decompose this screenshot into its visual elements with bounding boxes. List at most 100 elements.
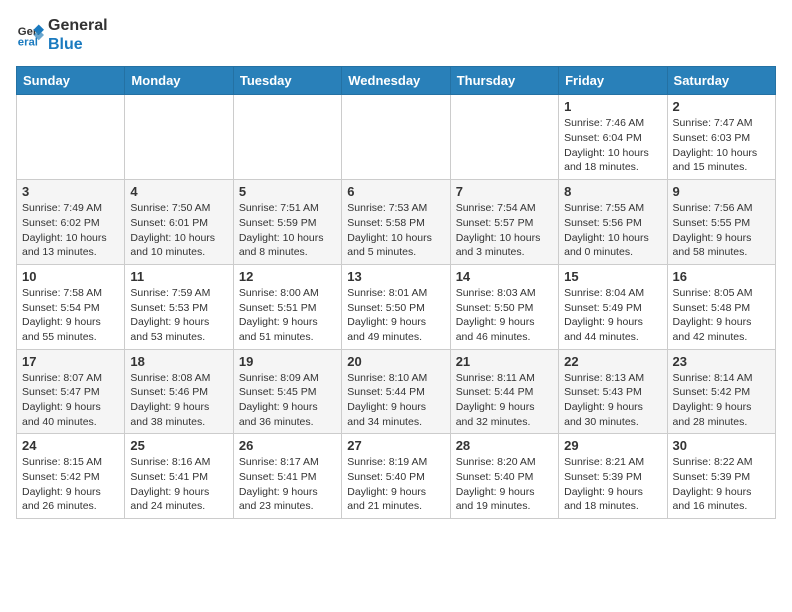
day-info: Daylight: 9 hours and 53 minutes. — [130, 315, 227, 344]
day-info: Sunset: 5:46 PM — [130, 385, 227, 400]
day-number: 1 — [564, 99, 661, 114]
day-info: Daylight: 9 hours and 49 minutes. — [347, 315, 444, 344]
day-info: Daylight: 10 hours and 18 minutes. — [564, 146, 661, 175]
day-info: Sunrise: 7:46 AM — [564, 116, 661, 131]
day-number: 21 — [456, 354, 553, 369]
day-info: Sunset: 5:50 PM — [456, 301, 553, 316]
calendar-cell — [233, 95, 341, 180]
calendar-week-1: 1Sunrise: 7:46 AMSunset: 6:04 PMDaylight… — [17, 95, 776, 180]
day-info: Sunrise: 8:17 AM — [239, 455, 336, 470]
day-info: Sunset: 5:47 PM — [22, 385, 119, 400]
day-number: 27 — [347, 438, 444, 453]
day-info: Sunset: 6:03 PM — [673, 131, 770, 146]
day-info: Sunset: 5:43 PM — [564, 385, 661, 400]
day-number: 6 — [347, 184, 444, 199]
day-info: Daylight: 9 hours and 24 minutes. — [130, 485, 227, 514]
calendar-cell: 8Sunrise: 7:55 AMSunset: 5:56 PMDaylight… — [559, 180, 667, 265]
day-info: Daylight: 10 hours and 13 minutes. — [22, 231, 119, 260]
calendar-cell: 7Sunrise: 7:54 AMSunset: 5:57 PMDaylight… — [450, 180, 558, 265]
day-info: Sunset: 5:41 PM — [130, 470, 227, 485]
calendar-cell: 4Sunrise: 7:50 AMSunset: 6:01 PMDaylight… — [125, 180, 233, 265]
calendar-cell — [17, 95, 125, 180]
header-day-sunday: Sunday — [17, 67, 125, 95]
day-info: Sunset: 5:56 PM — [564, 216, 661, 231]
calendar-cell: 11Sunrise: 7:59 AMSunset: 5:53 PMDayligh… — [125, 264, 233, 349]
day-info: Sunset: 5:41 PM — [239, 470, 336, 485]
day-number: 12 — [239, 269, 336, 284]
calendar-cell: 19Sunrise: 8:09 AMSunset: 5:45 PMDayligh… — [233, 349, 341, 434]
day-info: Sunset: 6:01 PM — [130, 216, 227, 231]
day-info: Sunset: 5:39 PM — [673, 470, 770, 485]
calendar-body: 1Sunrise: 7:46 AMSunset: 6:04 PMDaylight… — [17, 95, 776, 519]
day-number: 17 — [22, 354, 119, 369]
calendar-cell: 14Sunrise: 8:03 AMSunset: 5:50 PMDayligh… — [450, 264, 558, 349]
day-info: Sunrise: 8:22 AM — [673, 455, 770, 470]
calendar-cell: 12Sunrise: 8:00 AMSunset: 5:51 PMDayligh… — [233, 264, 341, 349]
day-number: 11 — [130, 269, 227, 284]
calendar-week-5: 24Sunrise: 8:15 AMSunset: 5:42 PMDayligh… — [17, 434, 776, 519]
day-info: Sunset: 5:59 PM — [239, 216, 336, 231]
day-info: Sunset: 6:04 PM — [564, 131, 661, 146]
calendar-cell: 24Sunrise: 8:15 AMSunset: 5:42 PMDayligh… — [17, 434, 125, 519]
day-info: Sunset: 5:51 PM — [239, 301, 336, 316]
day-info: Sunset: 5:44 PM — [456, 385, 553, 400]
calendar-cell: 28Sunrise: 8:20 AMSunset: 5:40 PMDayligh… — [450, 434, 558, 519]
day-info: Sunrise: 8:20 AM — [456, 455, 553, 470]
day-info: Daylight: 9 hours and 16 minutes. — [673, 485, 770, 514]
day-info: Sunrise: 8:09 AM — [239, 371, 336, 386]
day-info: Sunrise: 8:03 AM — [456, 286, 553, 301]
day-info: Sunset: 5:50 PM — [347, 301, 444, 316]
calendar-cell — [342, 95, 450, 180]
calendar-cell: 5Sunrise: 7:51 AMSunset: 5:59 PMDaylight… — [233, 180, 341, 265]
day-info: Sunset: 5:54 PM — [22, 301, 119, 316]
day-info: Daylight: 10 hours and 15 minutes. — [673, 146, 770, 175]
calendar-cell: 10Sunrise: 7:58 AMSunset: 5:54 PMDayligh… — [17, 264, 125, 349]
day-info: Sunrise: 7:55 AM — [564, 201, 661, 216]
day-info: Daylight: 9 hours and 40 minutes. — [22, 400, 119, 429]
header-day-friday: Friday — [559, 67, 667, 95]
day-info: Daylight: 9 hours and 46 minutes. — [456, 315, 553, 344]
day-number: 19 — [239, 354, 336, 369]
calendar-cell: 21Sunrise: 8:11 AMSunset: 5:44 PMDayligh… — [450, 349, 558, 434]
svg-text:eral: eral — [18, 37, 38, 49]
day-number: 24 — [22, 438, 119, 453]
day-number: 20 — [347, 354, 444, 369]
day-number: 7 — [456, 184, 553, 199]
day-info: Sunset: 5:44 PM — [347, 385, 444, 400]
header-day-tuesday: Tuesday — [233, 67, 341, 95]
day-info: Sunrise: 8:15 AM — [22, 455, 119, 470]
header-day-saturday: Saturday — [667, 67, 775, 95]
day-info: Sunrise: 7:59 AM — [130, 286, 227, 301]
day-info: Sunset: 5:40 PM — [456, 470, 553, 485]
day-info: Sunrise: 8:05 AM — [673, 286, 770, 301]
day-info: Sunset: 5:55 PM — [673, 216, 770, 231]
day-info: Daylight: 9 hours and 23 minutes. — [239, 485, 336, 514]
day-number: 15 — [564, 269, 661, 284]
calendar-cell — [125, 95, 233, 180]
calendar-cell: 2Sunrise: 7:47 AMSunset: 6:03 PMDaylight… — [667, 95, 775, 180]
day-info: Sunrise: 8:19 AM — [347, 455, 444, 470]
day-number: 5 — [239, 184, 336, 199]
day-info: Daylight: 10 hours and 8 minutes. — [239, 231, 336, 260]
day-number: 18 — [130, 354, 227, 369]
day-info: Daylight: 10 hours and 0 minutes. — [564, 231, 661, 260]
day-info: Sunrise: 7:53 AM — [347, 201, 444, 216]
calendar-table: SundayMondayTuesdayWednesdayThursdayFrid… — [16, 66, 776, 519]
day-info: Sunrise: 8:14 AM — [673, 371, 770, 386]
day-info: Daylight: 9 hours and 21 minutes. — [347, 485, 444, 514]
day-info: Sunrise: 8:07 AM — [22, 371, 119, 386]
day-number: 26 — [239, 438, 336, 453]
day-info: Sunset: 5:57 PM — [456, 216, 553, 231]
day-info: Daylight: 9 hours and 36 minutes. — [239, 400, 336, 429]
header-row: SundayMondayTuesdayWednesdayThursdayFrid… — [17, 67, 776, 95]
day-number: 4 — [130, 184, 227, 199]
day-info: Sunset: 6:02 PM — [22, 216, 119, 231]
calendar-cell: 15Sunrise: 8:04 AMSunset: 5:49 PMDayligh… — [559, 264, 667, 349]
day-info: Sunset: 5:39 PM — [564, 470, 661, 485]
day-number: 30 — [673, 438, 770, 453]
day-info: Sunset: 5:48 PM — [673, 301, 770, 316]
day-number: 23 — [673, 354, 770, 369]
day-info: Sunrise: 8:16 AM — [130, 455, 227, 470]
day-number: 16 — [673, 269, 770, 284]
day-info: Daylight: 9 hours and 34 minutes. — [347, 400, 444, 429]
